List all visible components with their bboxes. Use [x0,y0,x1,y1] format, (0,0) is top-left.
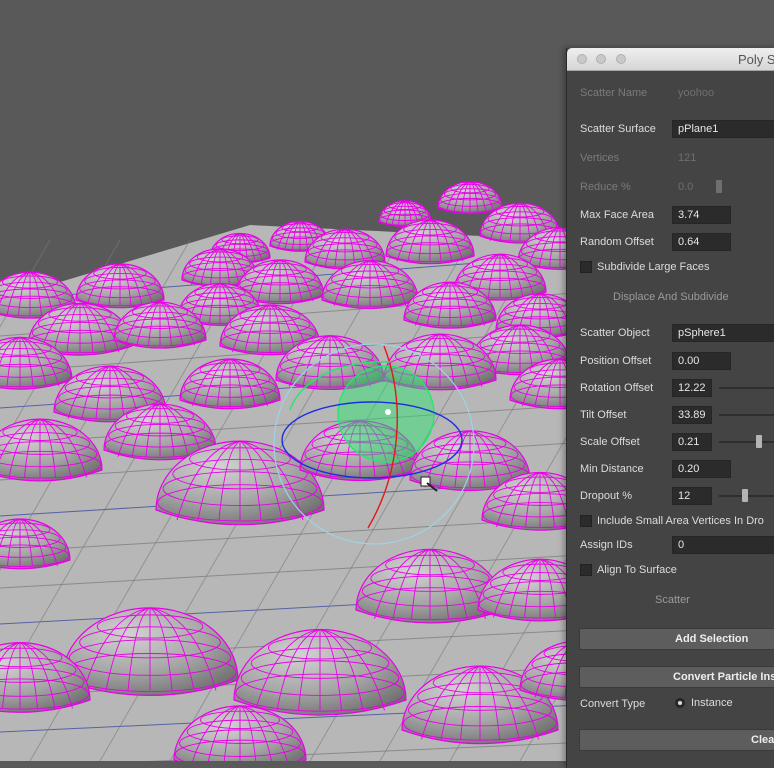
scatter-section-label: Scatter [655,594,690,606]
max-face-area-label: Max Face Area [580,209,654,221]
random-offset-label: Random Offset [580,236,654,248]
position-offset-label: Position Offset [580,355,652,367]
scale-offset-label: Scale Offset [580,436,640,448]
subdivide-large-faces-checkbox[interactable] [580,261,592,273]
min-distance-row: Min Distance 0.20 [567,460,774,480]
rotation-offset-row: Rotation Offset 12.22 [567,379,774,399]
align-to-surface-row: Align To Surface [567,562,774,582]
scatter-surface-field[interactable]: pPlane1 [672,120,774,138]
poly-scatter-window: Poly Scatter Scatter Name yoohoo Scatter… [566,48,774,768]
max-face-area-row: Max Face Area 3.74 [567,206,774,226]
dropout-slider-handle[interactable] [742,489,748,502]
scale-offset-field[interactable]: 0.21 [672,433,712,451]
close-window-icon[interactable] [577,54,587,64]
add-selection-button[interactable]: Add Selection [579,628,774,650]
convert-particle-instance-button[interactable]: Convert Particle Ins [579,666,774,688]
vertices-label: Vertices [580,152,620,164]
random-offset-field[interactable]: 0.64 [672,233,731,251]
max-face-area-field[interactable]: 3.74 [672,206,731,224]
convert-type-instance-label: Instance [691,697,733,709]
position-offset-field[interactable]: 0.00 [672,352,731,370]
scatter-object-row: Scatter Object pSphere1 [567,324,774,344]
convert-type-instance-radio[interactable] [675,698,685,708]
convert-type-label: Convert Type [580,698,646,710]
tilt-offset-slider[interactable] [719,414,774,416]
assign-ids-row: Assign IDs 0 [567,536,774,556]
align-to-surface-label: Align To Surface [597,564,677,576]
subdivide-large-faces-row: Subdivide Large Faces [567,259,774,279]
scale-offset-slider[interactable] [719,441,774,443]
subdivide-large-faces-label: Subdivide Large Faces [597,261,710,273]
window-title: Poly Scatter [738,52,774,67]
tilt-offset-field[interactable]: 33.89 [672,406,712,424]
scatter-name-label: Scatter Name [580,87,648,99]
include-small-area-row: Include Small Area Vertices In Dro [567,513,774,533]
scatter-name-field[interactable]: yoohoo [672,84,774,102]
random-offset-row: Random Offset 0.64 [567,233,774,253]
rotation-offset-field[interactable]: 12.22 [672,379,712,397]
scatter-surface-label: Scatter Surface [580,123,656,135]
tilt-offset-label: Tilt Offset [580,409,627,421]
dropout-field[interactable]: 12 [672,487,712,505]
include-small-area-label: Include Small Area Vertices In Dro [597,515,764,527]
align-to-surface-checkbox[interactable] [580,564,592,576]
tilt-offset-row: Tilt Offset 33.89 [567,406,774,426]
include-small-area-checkbox[interactable] [580,515,592,527]
scatter-object-field[interactable]: pSphere1 [672,324,774,342]
zoom-window-icon[interactable] [616,54,626,64]
scatter-name-row: Scatter Name yoohoo [567,84,774,104]
rotation-offset-slider[interactable] [719,387,774,389]
scale-offset-slider-handle[interactable] [756,435,762,448]
position-offset-row: Position Offset 0.00 [567,352,774,372]
scatter-surface-row: Scatter Surface pPlane1 [567,120,774,140]
displace-subdivide-section-label: Displace And Subdivide [613,291,729,303]
window-titlebar: Poly Scatter [567,48,774,71]
reduce-field: 0.0 [678,181,694,193]
dropout-row: Dropout % 12 [567,487,774,507]
reduce-label: Reduce % [580,181,631,193]
dropout-label: Dropout % [580,490,632,502]
min-distance-field[interactable]: 0.20 [672,460,731,478]
scale-offset-row: Scale Offset 0.21 [567,433,774,453]
vertices-value: 121 [678,152,697,164]
reduce-row: Reduce % 0.0 [567,178,774,198]
min-distance-label: Min Distance [580,463,644,475]
assign-ids-label: Assign IDs [580,539,633,551]
rotation-offset-label: Rotation Offset [580,382,654,394]
minimize-window-icon[interactable] [596,54,606,64]
reduce-slider-handle [716,180,722,193]
convert-type-row: Convert Type Instance [567,695,774,715]
vertices-row: Vertices 121 [567,149,774,169]
clear-button[interactable]: Clea [579,729,774,751]
assign-ids-field[interactable]: 0 [672,536,774,554]
manipulator-center [385,409,391,415]
scatter-object-label: Scatter Object [580,327,650,339]
